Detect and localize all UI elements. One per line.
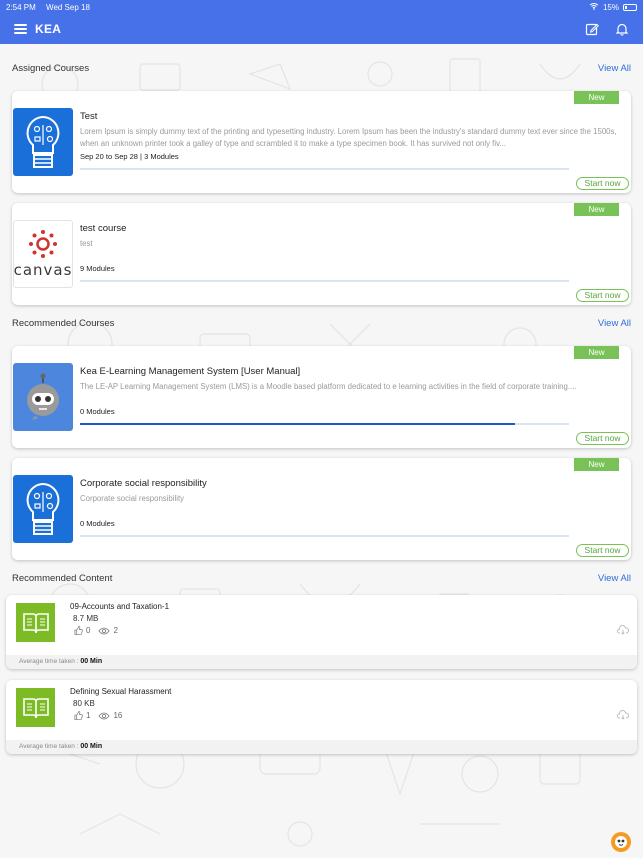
average-time-footer: Average time taken : 00 Min [6,655,637,669]
cloud-download-icon[interactable] [617,710,629,720]
course-title: test course [80,223,127,234]
content-size: 80 KB [73,699,95,708]
course-meta: 0 Modules [80,519,115,528]
like-count: 0 [86,626,91,635]
course-meta: 0 Modules [80,407,115,416]
view-all-link[interactable]: View All [598,318,631,329]
battery-icon [623,3,637,11]
canvas-logo-icon [29,230,57,258]
content-title: 09-Accounts and Taxation-1 [70,602,170,611]
section-title: Recommended Courses [12,317,115,329]
start-now-button[interactable]: Start now [576,432,629,445]
avg-time-value: 00 Min [80,658,103,665]
canvas-logo-text: canvas [13,261,73,279]
assigned-courses-header: Assigned Courses View All [6,56,637,80]
course-thumbnail: canvas [13,220,73,288]
course-progress-bar [80,280,569,282]
content-size: 8.7 MB [73,614,99,623]
content-stats: 1 16 [74,711,122,720]
section-title: Recommended Content [12,572,113,584]
content-thumbnail [16,688,55,727]
average-time-footer: Average time taken : 00 Min [6,740,637,754]
new-badge: New [574,458,619,471]
course-card[interactable]: New Corporate social responsibility Corp… [12,458,631,560]
course-description: Corporate social responsibility [80,494,185,503]
content-title: Defining Sexual Harassment [70,687,172,696]
view-count: 2 [113,626,118,635]
course-progress-bar [80,168,569,170]
course-card[interactable]: canvas New test course test 9 Modules St… [12,203,631,305]
start-now-button[interactable]: Start now [576,289,629,302]
lightbulb-icon [26,115,60,168]
new-badge: New [574,346,619,359]
course-thumbnail [13,108,73,176]
cloud-download-icon[interactable] [617,625,629,635]
status-time: 2:54 PM [6,2,36,12]
like-count: 1 [86,711,91,720]
status-bar: 2:54 PM Wed Sep 18 15% [0,0,643,14]
status-date: Wed Sep 18 [46,2,90,12]
battery-percentage: 15% [602,2,619,12]
course-thumbnail [13,363,73,431]
course-meta: 9 Modules [80,264,115,273]
thumbs-up-icon[interactable] [74,626,83,635]
content-card[interactable]: 09-Accounts and Taxation-1 8.7 MB 0 2 Av… [6,595,637,669]
start-now-button[interactable]: Start now [576,177,629,190]
wifi-icon [589,2,599,12]
eye-icon [98,712,110,719]
course-progress-bar [80,423,569,425]
robot-icon [27,373,59,420]
app-bar: KEA [0,14,643,44]
edit-note-icon[interactable] [585,22,599,36]
avg-time-value: 00 Min [80,743,103,750]
notification-bell-icon[interactable] [615,22,629,36]
course-card[interactable]: New Test Lorem Ipsum is simply dummy tex… [12,91,631,193]
course-card[interactable]: New Kea E-Learning Management System [Us… [12,346,631,448]
content-stats: 0 2 [74,626,118,635]
course-title: Kea E-Learning Management System [User M… [80,366,301,377]
view-all-link[interactable]: View All [598,573,631,584]
thumbs-up-icon[interactable] [74,711,83,720]
course-description: Lorem Ipsum is simply dummy text of the … [80,127,617,148]
course-description: The LE-AP Learning Management System (LM… [80,382,577,391]
recommended-content-header: Recommended Content View All [6,566,637,590]
course-meta: Sep 20 to Sep 28 | 3 Modules [80,152,179,161]
course-description: test [80,239,93,248]
book-icon [22,697,49,718]
recommended-courses-header: Recommended Courses View All [6,311,637,335]
app-title: KEA [35,22,62,36]
new-badge: New [574,91,619,104]
hamburger-menu-icon[interactable] [14,24,27,34]
assistant-mascot-icon[interactable] [611,832,631,852]
book-icon [22,612,49,633]
course-title: Test [80,111,98,122]
section-title: Assigned Courses [12,62,90,74]
course-title: Corporate social responsibility [80,478,207,489]
main-content: Assigned Courses View All New Test Lorem… [0,56,643,754]
new-badge: New [574,203,619,216]
course-thumbnail [13,475,73,543]
start-now-button[interactable]: Start now [576,544,629,557]
lightbulb-icon [26,482,60,535]
avg-time-label: Average time taken : [19,658,79,665]
eye-icon [98,627,110,634]
content-thumbnail [16,603,55,642]
avg-time-label: Average time taken : [19,743,79,750]
view-count: 16 [113,711,123,720]
content-card[interactable]: Defining Sexual Harassment 80 KB 1 16 Av… [6,680,637,754]
view-all-link[interactable]: View All [598,63,631,74]
course-progress-bar [80,535,569,537]
